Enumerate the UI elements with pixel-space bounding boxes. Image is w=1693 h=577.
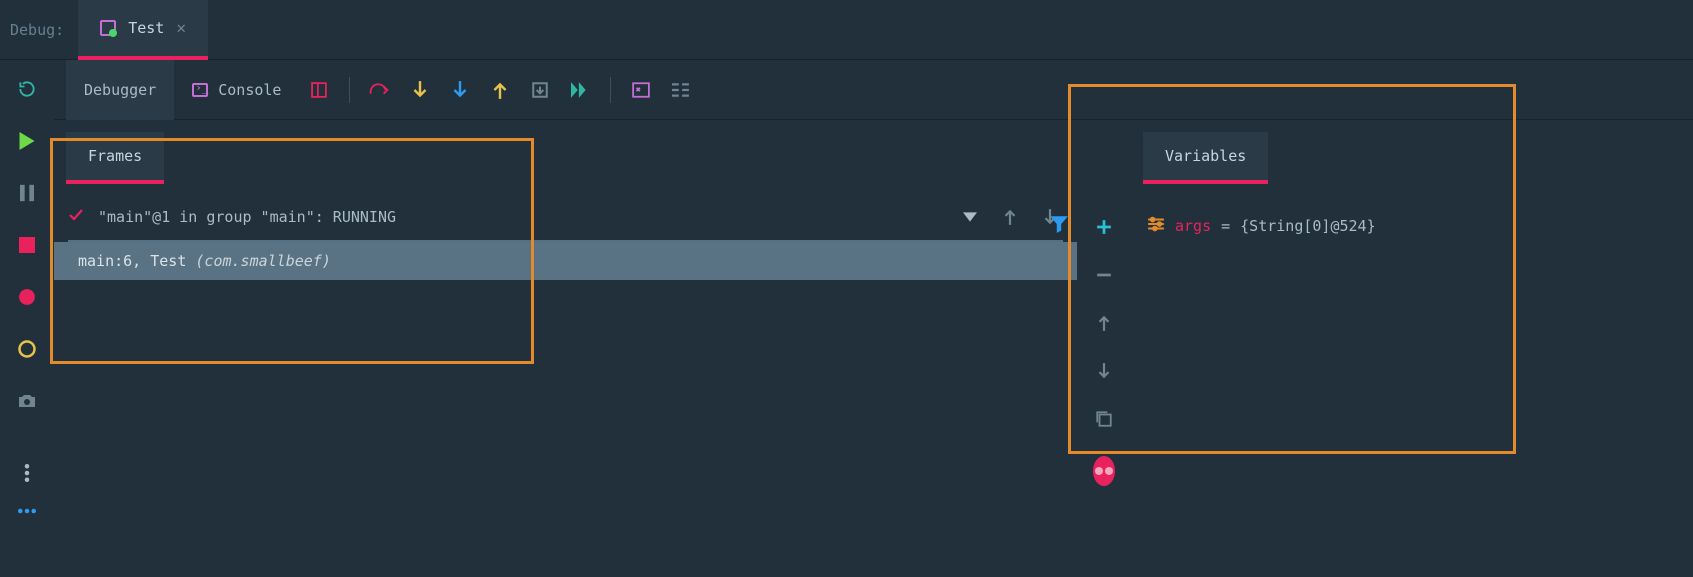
settings-sliders-icon xyxy=(1147,216,1165,236)
watch-down-button[interactable] xyxy=(1093,360,1115,382)
close-tab-icon[interactable]: ✕ xyxy=(176,18,186,37)
variables-panel: Variables args = {String[0]@524} xyxy=(1077,120,1693,577)
step-into-button[interactable] xyxy=(400,60,440,120)
more-horizontal-button[interactable] xyxy=(16,500,38,522)
variables-toolbar xyxy=(1077,120,1131,577)
rerun-button[interactable] xyxy=(16,78,38,100)
more-vertical-button[interactable] xyxy=(16,462,38,484)
stack-frame-package: (com.smallbeef) xyxy=(195,252,330,270)
show-watches-button[interactable] xyxy=(1093,460,1115,482)
trace-button[interactable] xyxy=(661,60,701,120)
debugger-toolbar: Debugger Console xyxy=(54,60,1693,120)
thread-label: "main"@1 in group "main": RUNNING xyxy=(98,208,396,226)
camera-button[interactable] xyxy=(16,390,38,412)
debug-sidebar xyxy=(0,60,54,577)
thread-dropdown-icon[interactable] xyxy=(957,212,983,222)
variables-tab[interactable]: Variables xyxy=(1143,132,1268,184)
variable-value: {String[0]@524} xyxy=(1240,217,1375,235)
debugger-tab[interactable]: Debugger xyxy=(66,60,174,120)
stack-frame-row[interactable]: main:6, Test (com.smallbeef) xyxy=(54,242,1077,280)
filter-icon[interactable] xyxy=(1049,214,1069,238)
variable-name: args xyxy=(1175,217,1211,235)
watch-up-button[interactable] xyxy=(1093,312,1115,334)
prev-frame-icon[interactable] xyxy=(997,208,1023,226)
step-over-button[interactable] xyxy=(360,60,400,120)
console-tab[interactable]: Console xyxy=(174,60,299,120)
drop-frame-button[interactable] xyxy=(520,60,560,120)
view-breakpoints-button[interactable] xyxy=(16,286,38,308)
frames-panel: Frames "main"@1 in group "main": RUNNING xyxy=(54,120,1077,577)
evaluate-expression-button[interactable] xyxy=(621,60,661,120)
console-icon xyxy=(192,83,208,97)
run-to-cursor-button[interactable] xyxy=(560,60,600,120)
pause-button[interactable] xyxy=(16,182,38,204)
run-config-name: Test xyxy=(128,19,164,37)
frames-tab[interactable]: Frames xyxy=(66,132,164,184)
glasses-icon xyxy=(1093,456,1115,486)
debug-label: Debug: xyxy=(0,21,78,39)
add-watch-button[interactable] xyxy=(1093,216,1115,238)
resume-button[interactable] xyxy=(16,130,38,152)
step-out-button[interactable] xyxy=(480,60,520,120)
layout-icon[interactable] xyxy=(299,60,339,120)
check-icon xyxy=(68,208,84,226)
thread-selector-row: "main"@1 in group "main": RUNNING xyxy=(68,202,1063,242)
run-config-tab[interactable]: Test ✕ xyxy=(78,0,208,60)
force-step-into-button[interactable] xyxy=(440,60,480,120)
remove-watch-button[interactable] xyxy=(1093,264,1115,286)
stack-frame-text: main:6, Test xyxy=(78,252,195,270)
copy-watch-button[interactable] xyxy=(1093,408,1115,430)
variable-row[interactable]: args = {String[0]@524} xyxy=(1147,216,1376,236)
run-config-icon xyxy=(100,20,116,36)
stop-button[interactable] xyxy=(16,234,38,256)
mute-breakpoints-button[interactable] xyxy=(16,338,38,360)
